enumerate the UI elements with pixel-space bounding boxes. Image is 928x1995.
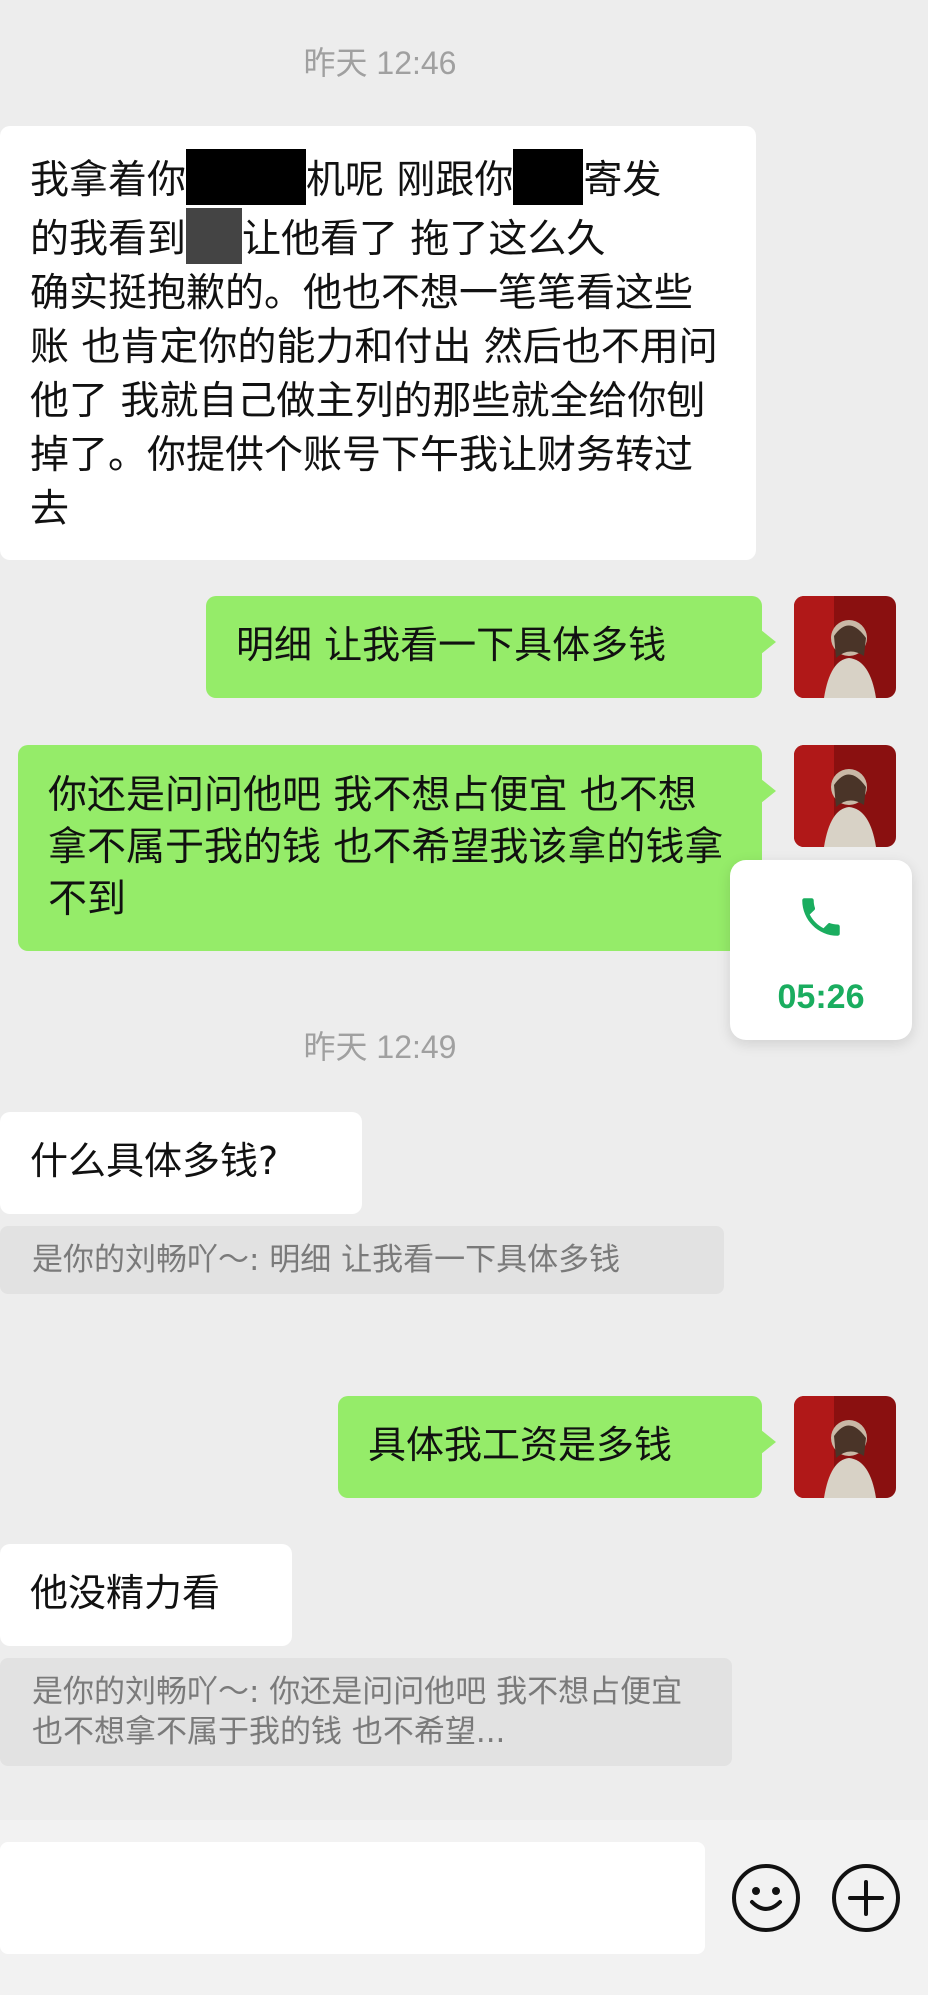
redaction-block bbox=[513, 149, 584, 205]
call-duration: 05:26 bbox=[777, 978, 865, 1016]
outgoing-message-bubble[interactable]: 具体我工资是多钱 bbox=[338, 1396, 776, 1498]
redaction-block bbox=[186, 149, 307, 205]
incoming-message-bubble[interactable]: 他没精力看 bbox=[0, 1544, 292, 1646]
timestamp: 昨天 12:46 bbox=[303, 45, 457, 81]
plus-icon[interactable] bbox=[832, 1864, 900, 1932]
input-bar bbox=[0, 1820, 928, 1995]
quoted-reply[interactable]: 是你的刘畅吖～: 你还是问问他吧 我不想占便宜 也不想拿不属于我的钱 也不希望.… bbox=[0, 1658, 732, 1766]
phone-icon bbox=[796, 892, 846, 942]
redaction-block bbox=[186, 208, 243, 264]
message-input[interactable] bbox=[0, 1842, 705, 1954]
avatar[interactable] bbox=[794, 745, 896, 847]
emoji-icon[interactable] bbox=[732, 1864, 800, 1932]
incoming-message-bubble[interactable]: 什么具体多钱? bbox=[0, 1112, 362, 1214]
call-duration-card[interactable]: 05:26 bbox=[730, 860, 912, 1040]
outgoing-message-bubble[interactable]: 明细 让我看一下具体多钱 bbox=[206, 596, 776, 698]
outgoing-message-bubble[interactable]: 你还是问问他吧 我不想占便宜 也不想拿不属于我的钱 也不希望我该拿的钱拿不到 bbox=[18, 745, 776, 951]
quoted-reply[interactable]: 是你的刘畅吖～: 明细 让我看一下具体多钱 bbox=[0, 1226, 724, 1294]
incoming-message-bubble[interactable]: 我拿着你 机呢 刚跟你 寄发 的我看到 让他看了 拖了这么久 确实挺抱歉的。他也不想一… bbox=[0, 126, 756, 560]
avatar[interactable] bbox=[794, 596, 896, 698]
timestamp: 昨天 12:49 bbox=[303, 1029, 457, 1065]
avatar[interactable] bbox=[794, 1396, 896, 1498]
